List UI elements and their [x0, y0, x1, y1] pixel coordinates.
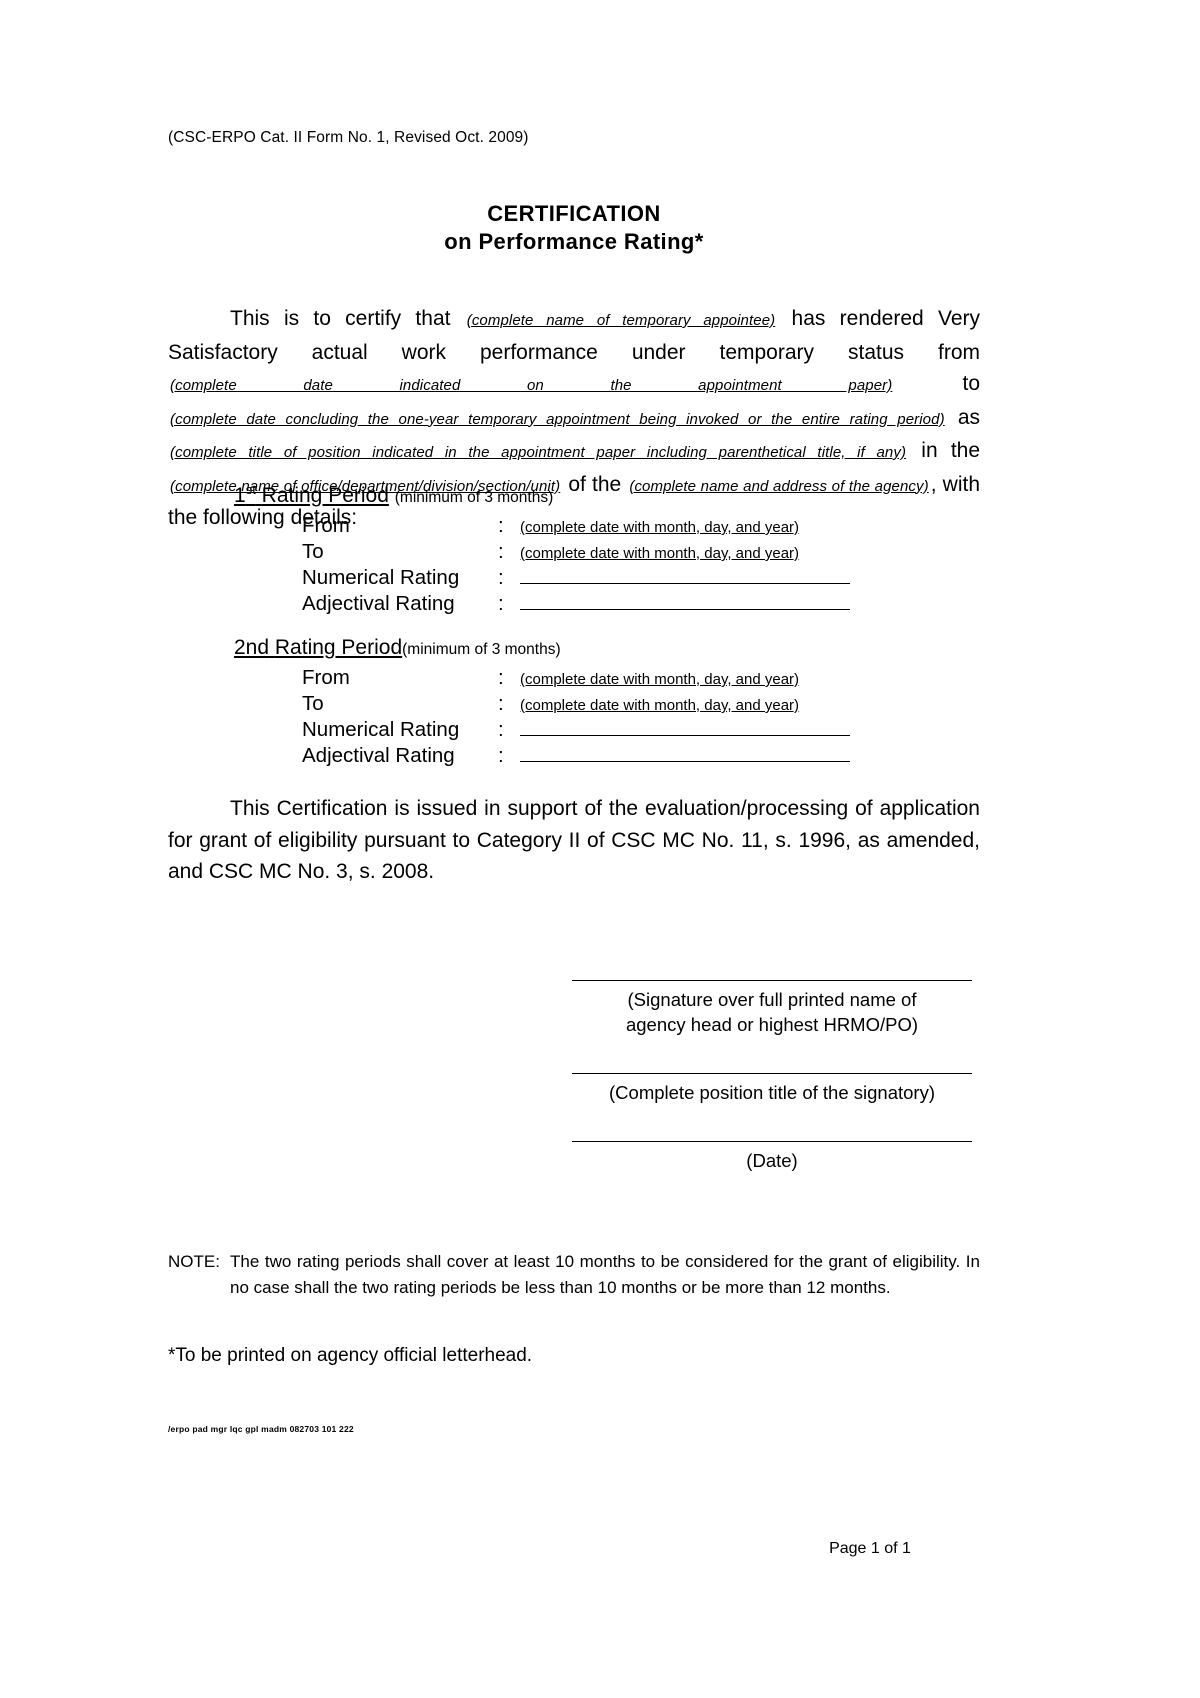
form-code-header: (CSC-ERPO Cat. II Form No. 1, Revised Oc…	[168, 129, 529, 146]
title-line-secondary: on Performance Rating*	[444, 229, 704, 254]
blank-start-date: (complete date indicated on the appointm…	[170, 377, 893, 394]
rating-row-label: Numerical Rating	[302, 718, 460, 741]
rating-period-1-rows: From : (complete date with month, day, a…	[302, 514, 980, 618]
rating-period-2-minimum-note: (minimum of 3 months)	[402, 641, 561, 658]
rating-row-blank-numerical[interactable]	[520, 720, 850, 736]
rating-period-1-section: 1st Rating Period (minimum of 3 months) …	[168, 482, 980, 618]
rating-period-2-name: 2nd Rating Period	[234, 636, 403, 659]
signature-group-date: (Date)	[572, 1141, 972, 1173]
rating-row-from: From : (complete date with month, day, a…	[302, 514, 980, 540]
body-text-5: in the	[921, 439, 981, 462]
body-text-4: as	[957, 405, 980, 429]
rating-row-adjectival: Adjectival Rating :	[302, 744, 980, 770]
closing-paragraph: This Certification is issued in support …	[168, 793, 980, 888]
rating-period-1-ordinal-suffix: st	[245, 482, 256, 497]
note-label: NOTE:	[168, 1252, 220, 1271]
rating-row-label: From	[302, 514, 350, 537]
rating-period-1-minimum-note: (minimum of 3 months)	[394, 489, 554, 506]
rating-row-numerical: Numerical Rating :	[302, 718, 980, 744]
signature-group-position: (Complete position title of the signator…	[572, 1073, 972, 1105]
body-text-1: This is to certify that	[230, 307, 451, 330]
rating-row-colon: :	[498, 666, 504, 689]
signature-group-name: (Signature over full printed name of age…	[572, 980, 972, 1037]
rating-row-label: To	[302, 540, 324, 563]
signature-caption-date: (Date)	[746, 1150, 798, 1171]
body-text-3: to	[962, 372, 980, 395]
rating-period-1-name: 1st Rating Period	[234, 482, 389, 507]
rating-row-value-from[interactable]: (complete date with month, day, and year…	[520, 671, 799, 688]
rating-row-value-from[interactable]: (complete date with month, day, and year…	[520, 519, 799, 536]
signature-line-date[interactable]	[572, 1141, 972, 1142]
rating-row-colon: :	[498, 514, 504, 537]
signature-line-position[interactable]	[572, 1073, 972, 1074]
rating-row-colon: :	[498, 744, 504, 767]
document-page: (CSC-ERPO Cat. II Form No. 1, Revised Oc…	[0, 0, 1200, 1698]
rating-row-blank-adjectival[interactable]	[520, 746, 850, 762]
note-text: The two rating periods shall cover at le…	[230, 1252, 980, 1297]
rating-row-colon: :	[498, 592, 504, 615]
rating-period-1-label: Rating Period	[261, 484, 389, 507]
blank-appointee-name: (complete name of temporary appointee)	[466, 312, 776, 329]
rating-row-numerical: Numerical Rating :	[302, 566, 980, 592]
document-title: CERTIFICATION on Performance Rating*	[168, 200, 980, 256]
rating-period-2-heading: 2nd Rating Period(minimum of 3 months)	[234, 634, 980, 663]
rating-row-from: From : (complete date with month, day, a…	[302, 666, 980, 692]
rating-row-value-to[interactable]: (complete date with month, day, and year…	[520, 545, 799, 562]
rating-row-to: To : (complete date with month, day, and…	[302, 540, 980, 566]
letterhead-footnote: *To be printed on agency official letter…	[168, 1345, 533, 1366]
blank-end-date: (complete date concluding the one-year t…	[170, 410, 945, 428]
rating-row-label: Adjectival Rating	[302, 744, 455, 767]
title-line-primary: CERTIFICATION	[487, 201, 661, 226]
rating-row-blank-numerical[interactable]	[520, 568, 850, 584]
signature-caption-position: (Complete position title of the signator…	[609, 1082, 935, 1103]
rating-period-2-label: Rating Period	[274, 636, 403, 659]
rating-row-colon: :	[498, 692, 504, 715]
rating-row-to: To : (complete date with month, day, and…	[302, 692, 980, 718]
rating-row-label: From	[302, 666, 350, 689]
signature-line-name[interactable]	[572, 980, 972, 981]
rating-row-colon: :	[498, 718, 504, 741]
rating-row-colon: :	[498, 540, 504, 563]
signature-caption-name-1: (Signature over full printed name of	[627, 989, 917, 1010]
rating-period-2-section: 2nd Rating Period(minimum of 3 months) F…	[168, 634, 980, 770]
closing-paragraph-text: This Certification is issued in support …	[168, 797, 980, 883]
rating-row-value-to[interactable]: (complete date with month, day, and year…	[520, 697, 799, 714]
page-number: Page 1 of 1	[829, 1540, 911, 1557]
blank-position-title: (complete title of position indicated in…	[170, 444, 907, 461]
signature-caption-name-2: agency head or highest HRMO/PO)	[625, 1014, 919, 1035]
rating-row-label: Adjectival Rating	[302, 592, 455, 615]
rating-row-adjectival: Adjectival Rating :	[302, 592, 980, 618]
rating-row-label: To	[302, 692, 324, 715]
rating-period-2-rows: From : (complete date with month, day, a…	[302, 666, 980, 770]
rating-period-1-heading: 1st Rating Period (minimum of 3 months)	[234, 482, 980, 511]
rating-row-blank-adjectival[interactable]	[520, 594, 850, 610]
rating-row-label: Numerical Rating	[302, 566, 460, 589]
note-section: NOTE: The two rating periods shall cover…	[168, 1249, 980, 1301]
rating-row-colon: :	[498, 566, 504, 589]
signature-block: (Signature over full printed name of age…	[572, 980, 972, 1209]
internal-reference-code: /erpo pad mgr lqc gpl madm 082703 101 22…	[168, 1424, 354, 1434]
